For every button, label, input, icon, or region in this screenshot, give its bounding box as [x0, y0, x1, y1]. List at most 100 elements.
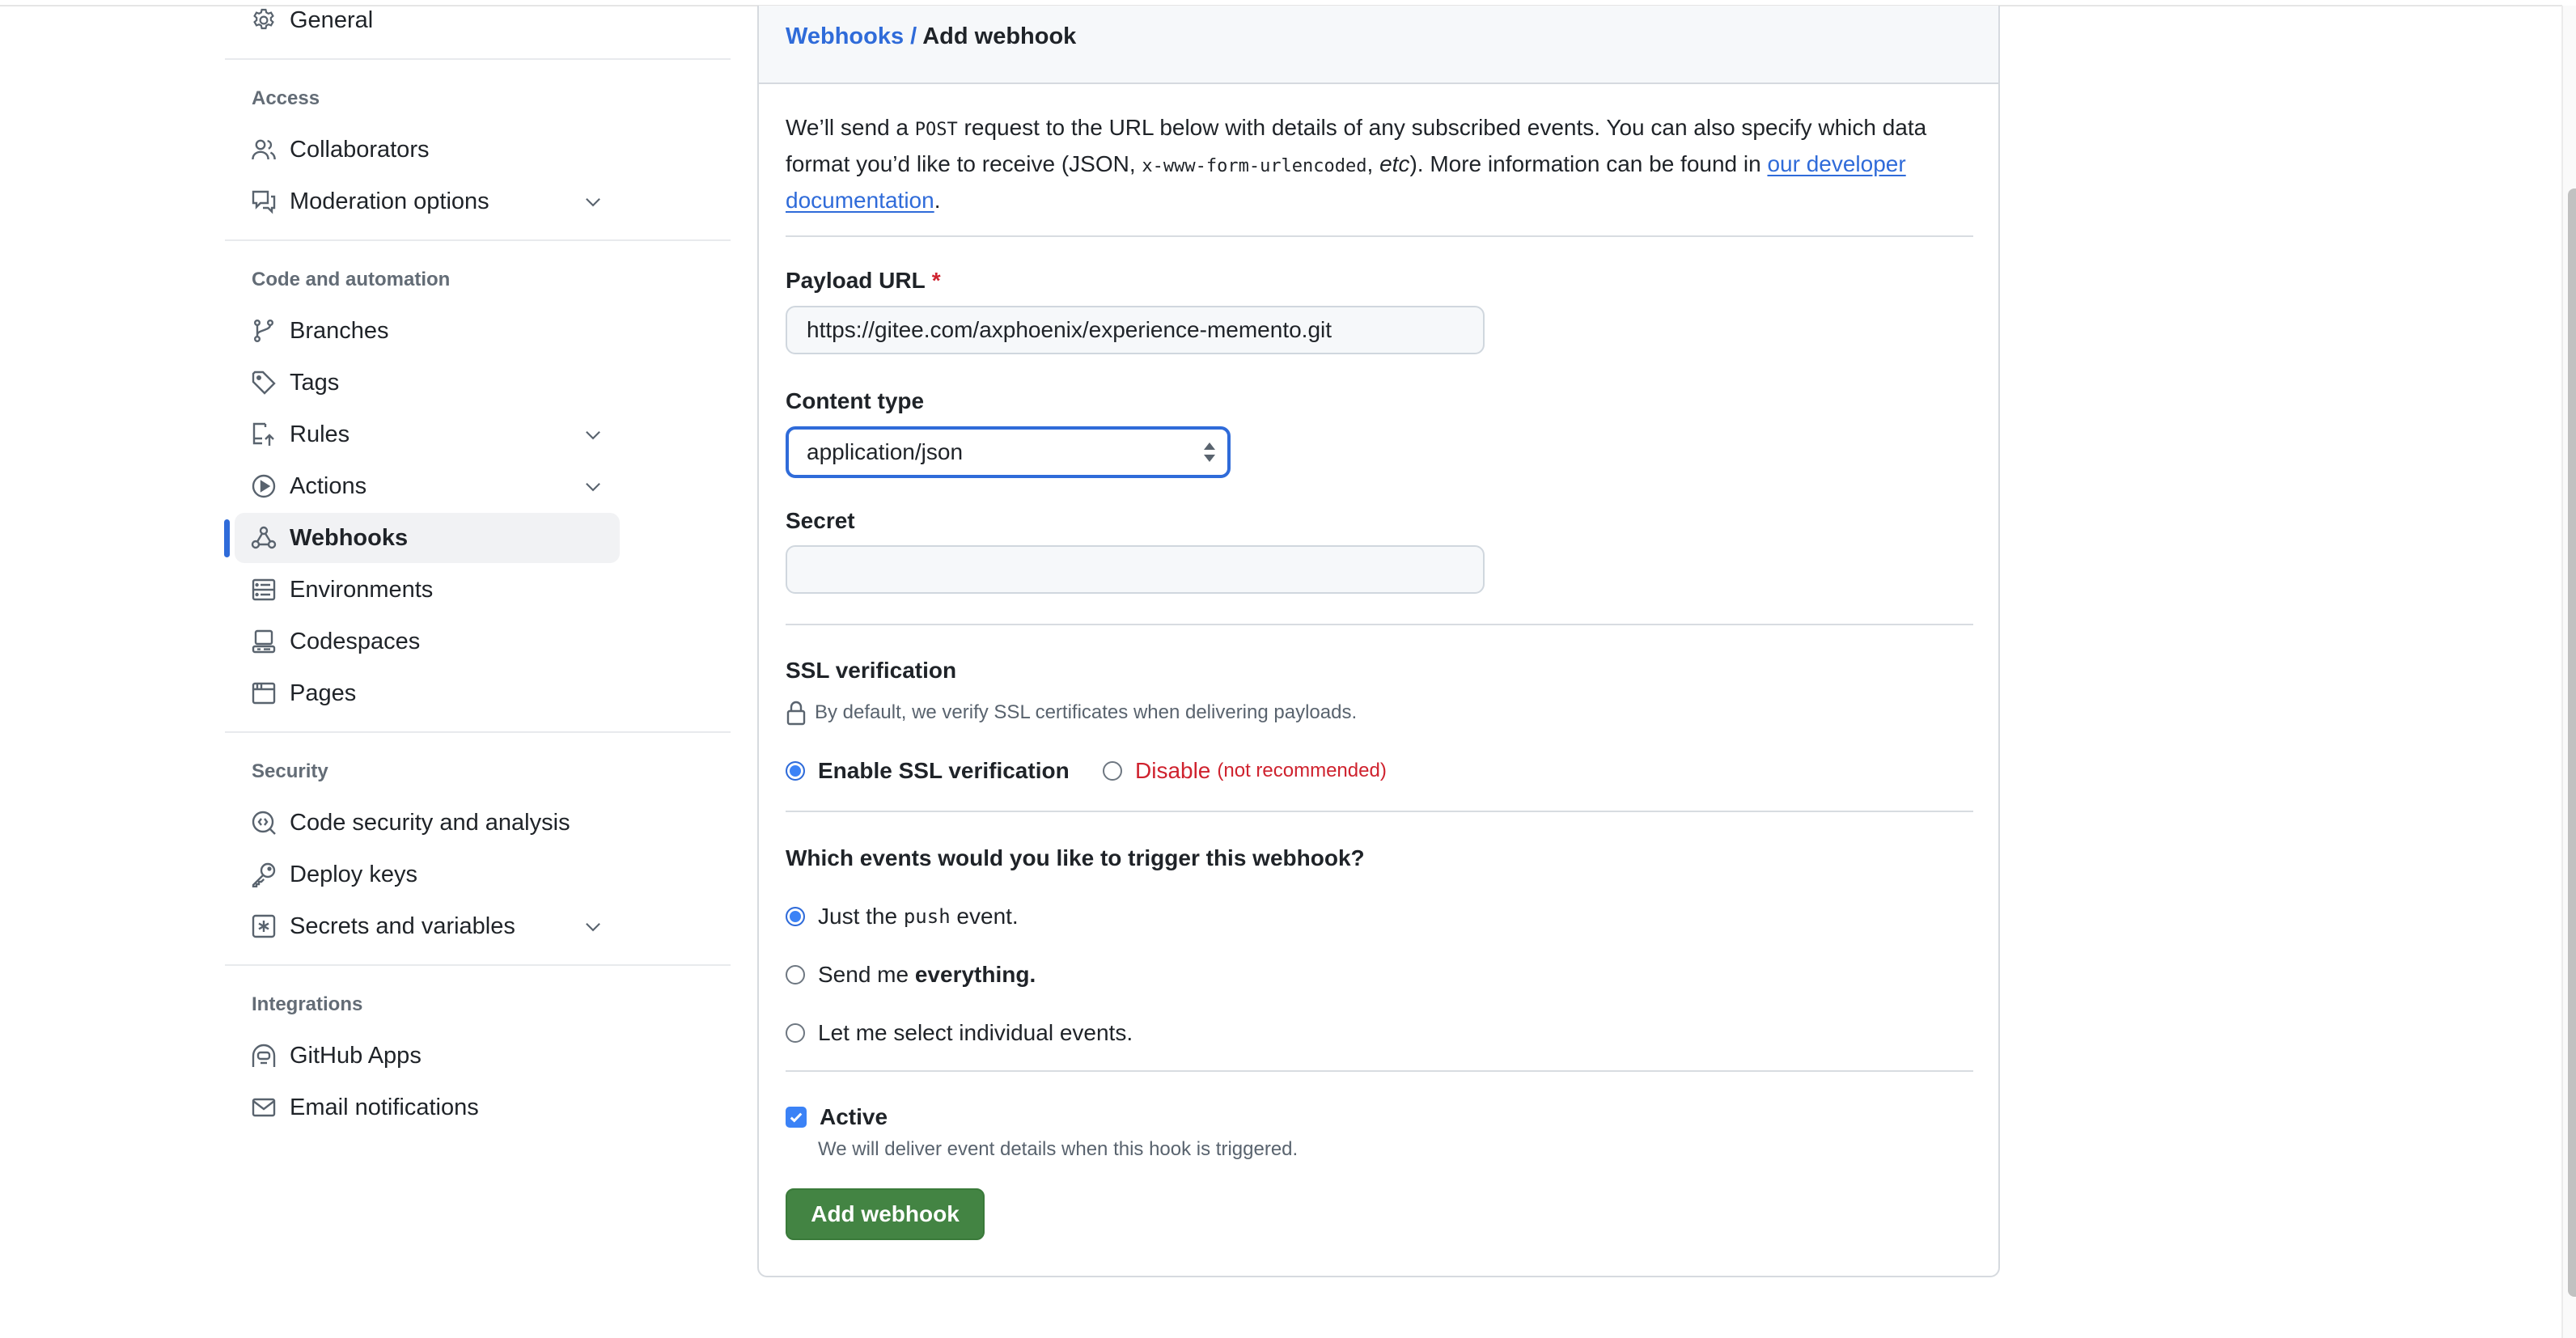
sidebar-item-label: General: [290, 6, 374, 33]
event-option-everything[interactable]: Send me everything.: [786, 962, 1036, 988]
ssl-enable-label: Enable SSL verification: [818, 758, 1070, 783]
lock-icon: [786, 701, 806, 726]
chevron-down-icon[interactable]: [583, 916, 604, 937]
sidebar-item-label: Pages: [290, 680, 357, 706]
page-title: Add webhook: [922, 23, 1077, 49]
sidebar-divider: [225, 239, 731, 241]
desc-text: .: [934, 188, 941, 213]
sidebar-section-code-and-automation: Code and automation: [252, 269, 451, 290]
sidebar-item-github-apps[interactable]: GitHub Apps: [235, 1031, 620, 1081]
sidebar-item-email-notifications[interactable]: Email notifications: [235, 1082, 620, 1133]
sidebar-item-deploy-keys[interactable]: Deploy keys: [235, 849, 620, 900]
ssl-disable-radio[interactable]: [1103, 761, 1122, 781]
scrollbar-thumb[interactable]: [2568, 188, 2576, 1297]
chevron-down-icon[interactable]: [583, 476, 604, 497]
add-webhook-button[interactable]: Add webhook: [786, 1188, 985, 1240]
payload-url-input[interactable]: [786, 306, 1485, 354]
secret-input[interactable]: [786, 545, 1485, 594]
sidebar-item-label: Moderation options: [290, 188, 489, 214]
sidebar-item-tags[interactable]: Tags: [235, 358, 620, 408]
ssl-verification-label: SSL verification: [786, 658, 957, 683]
ssl-hint: By default, we verify SSL certificates w…: [786, 700, 1357, 726]
ssl-enable-radio[interactable]: [786, 761, 805, 781]
section-divider: [786, 235, 1973, 237]
chevron-down-icon[interactable]: [583, 191, 604, 212]
code-post: POST: [914, 120, 958, 140]
content-type-select[interactable]: application/json: [786, 426, 1231, 478]
breadcrumb-separator: /: [910, 23, 917, 49]
sidebar-item-webhooks[interactable]: Webhooks: [235, 513, 620, 563]
desc-italic: etc: [1379, 151, 1410, 176]
key-asterisk-icon: [251, 913, 277, 939]
section-divider: [786, 1070, 1973, 1072]
event-option-push[interactable]: Just the push event.: [786, 904, 1019, 929]
play-icon: [251, 473, 277, 499]
description-text: We’ll send a POST request to the URL bel…: [786, 111, 1973, 218]
sidebar-item-branches[interactable]: Branches: [235, 306, 620, 356]
sidebar-item-code-security[interactable]: Code security and analysis: [235, 798, 620, 848]
chevron-down-icon[interactable]: [583, 424, 604, 445]
sidebar-item-general[interactable]: General: [235, 0, 620, 45]
sidebar-item-label: Actions: [290, 472, 367, 499]
sidebar-item-label: Branches: [290, 317, 389, 344]
sidebar-item-actions[interactable]: Actions: [235, 461, 620, 511]
sidebar-divider: [225, 731, 731, 733]
event-push-radio[interactable]: [786, 907, 805, 926]
option-text: .: [1029, 962, 1036, 987]
people-icon: [251, 137, 277, 163]
event-option-individual[interactable]: Let me select individual events.: [786, 1020, 1133, 1046]
sidebar-item-codespaces[interactable]: Codespaces: [235, 616, 620, 667]
section-divider: [786, 624, 1973, 625]
sidebar-item-environments[interactable]: Environments: [235, 565, 620, 615]
payload-url-label: Payload URL *: [786, 268, 941, 294]
sidebar-item-label: Secrets and variables: [290, 912, 515, 939]
ssl-disable-option[interactable]: Disable (not recommended): [1103, 758, 1387, 784]
sidebar-item-label: Code security and analysis: [290, 809, 570, 836]
comment-discussion-icon: [251, 188, 277, 214]
active-option[interactable]: Active: [786, 1104, 888, 1130]
active-hint: We will deliver event details when this …: [818, 1138, 1299, 1160]
tag-icon: [251, 370, 277, 396]
option-text: Let me select individual events.: [818, 1020, 1133, 1045]
sidebar-divider: [225, 58, 731, 60]
events-question: Which events would you like to trigger t…: [786, 845, 1365, 870]
desc-text: ). More information can be found in: [1409, 151, 1768, 176]
sidebar-item-label: Codespaces: [290, 628, 421, 654]
sidebar-item-secrets-and-variables[interactable]: Secrets and variables: [235, 901, 620, 951]
sidebar-item-collaborators[interactable]: Collaborators: [235, 125, 620, 175]
webhook-icon: [251, 525, 277, 551]
option-text: event.: [956, 904, 1019, 929]
sidebar-section-integrations: Integrations: [252, 993, 363, 1015]
sidebar-divider: [225, 964, 731, 966]
active-label: Active: [820, 1104, 888, 1129]
code-form-urlencoded: x-www-form-urlencoded: [1142, 156, 1367, 176]
event-individual-radio[interactable]: [786, 1023, 805, 1043]
sidebar-item-moderation-options[interactable]: Moderation options: [235, 176, 620, 227]
sidebar-item-label: Webhooks: [290, 524, 409, 551]
ssl-enable-option[interactable]: Enable SSL verification: [786, 758, 1070, 784]
checkmark-icon: [790, 1112, 803, 1123]
desc-text: We’ll send a: [786, 115, 915, 140]
sidebar-item-label: GitHub Apps: [290, 1042, 422, 1069]
code-push: push: [903, 905, 951, 928]
sidebar-item-rules[interactable]: Rules: [235, 409, 620, 459]
ssl-hint-text: By default, we verify SSL certificates w…: [815, 701, 1358, 723]
add-webhook-card: Webhooks / Add webhook We’ll send a POST…: [757, 6, 2000, 1277]
breadcrumb-webhooks-link[interactable]: Webhooks: [786, 23, 904, 49]
content-type-label: Content type: [786, 388, 925, 413]
option-bold-text: everything: [914, 962, 1030, 987]
ssl-disable-note: (not recommended): [1217, 760, 1387, 781]
sidebar-section-security: Security: [252, 760, 328, 782]
sidebar-item-pages[interactable]: Pages: [235, 668, 620, 718]
sidebar-item-label: Collaborators: [290, 136, 430, 163]
desc-text: ,: [1366, 151, 1380, 176]
sidebar-section-access: Access: [252, 87, 320, 109]
active-checkbox[interactable]: [786, 1107, 807, 1128]
card-header: Webhooks / Add webhook: [759, 6, 1998, 84]
codescan-icon: [251, 810, 277, 836]
event-everything-radio[interactable]: [786, 965, 805, 984]
repo-push-icon: [251, 421, 277, 447]
breadcrumb: Webhooks / Add webhook: [786, 23, 1076, 50]
git-branch-icon: [251, 318, 277, 344]
browser-icon: [251, 680, 277, 706]
